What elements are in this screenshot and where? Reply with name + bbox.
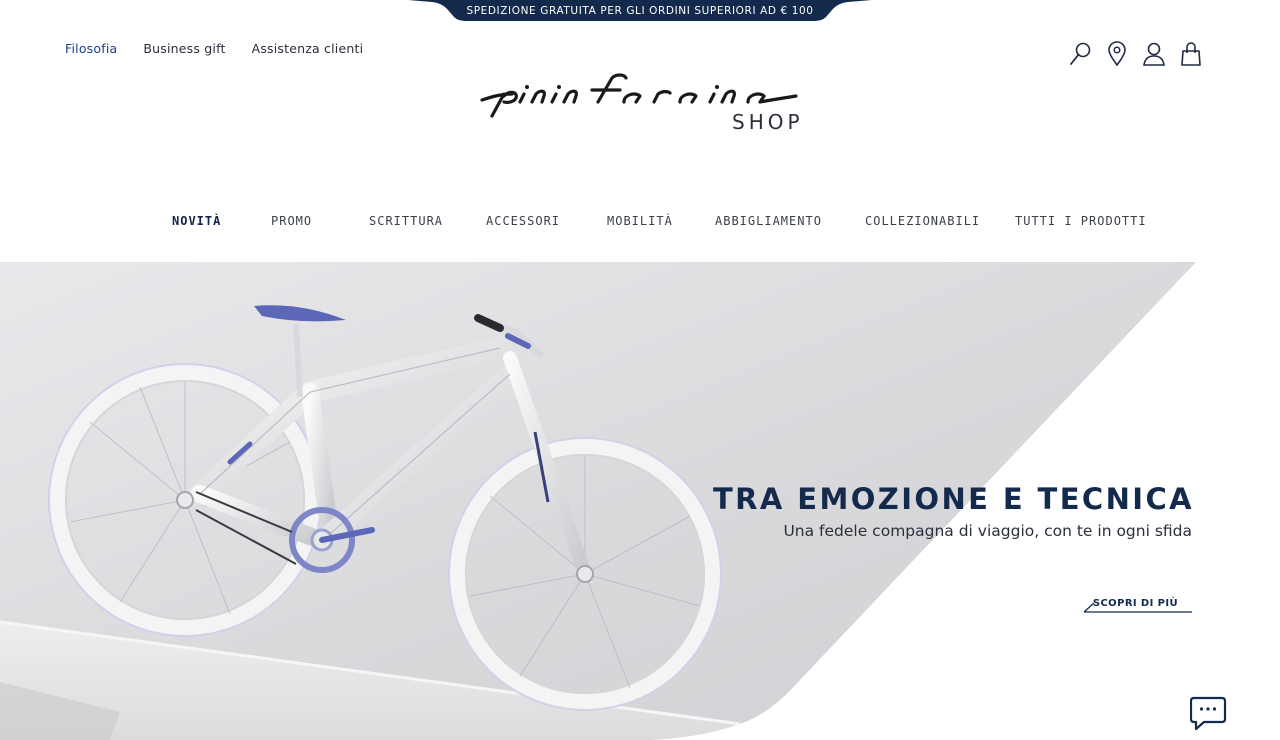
shipping-promo-banner: SPEDIZIONE GRATUITA PER GLI ORDINI SUPER…: [408, 0, 872, 22]
nav-item-scrittura[interactable]: SCRITTURA: [369, 214, 443, 228]
utility-link-business-gift[interactable]: Business gift: [143, 41, 225, 56]
nav-item-collezionabili[interactable]: COLLEZIONABILI: [865, 214, 980, 228]
account-icon[interactable]: [1142, 40, 1166, 68]
pininfarina-shop-logo[interactable]: SHOP: [474, 72, 808, 138]
nav-item-accessori[interactable]: ACCESSORI: [486, 214, 560, 228]
cart-icon[interactable]: [1179, 40, 1203, 68]
utility-nav: Filosofia Business gift Assistenza clien…: [65, 41, 363, 56]
chat-bubble-icon[interactable]: [1189, 695, 1228, 731]
utility-link-assistenza-clienti[interactable]: Assistenza clienti: [252, 41, 364, 56]
store-locator-icon[interactable]: [1105, 40, 1129, 68]
nav-item-novita[interactable]: NOVITÀ: [172, 214, 221, 228]
discover-more-button[interactable]: SCOPRI DI PIÙ: [1082, 596, 1192, 614]
nav-item-tutti-i-prodotti[interactable]: TUTTI I PRODOTTI: [1015, 214, 1147, 228]
discover-more-label: SCOPRI DI PIÙ: [1092, 598, 1178, 609]
nav-item-mobilita[interactable]: MOBILITÀ: [607, 214, 673, 228]
main-category-nav: NOVITÀ PROMO SCRITTURA ACCESSORI MOBILIT…: [0, 214, 1280, 234]
hero-subtitle: Una fedele compagna di viaggio, con te i…: [783, 522, 1192, 540]
search-icon[interactable]: [1068, 40, 1092, 68]
logo-subtitle: SHOP: [732, 110, 804, 134]
shipping-promo-text: SPEDIZIONE GRATUITA PER GLI ORDINI SUPER…: [466, 5, 814, 17]
nav-item-abbigliamento[interactable]: ABBIGLIAMENTO: [715, 214, 822, 228]
utility-link-filosofia[interactable]: Filosofia: [65, 41, 117, 56]
hero-title: TRA EMOZIONE E TECNICA: [713, 482, 1194, 516]
header-actions: [1068, 40, 1203, 68]
nav-item-promo[interactable]: PROMO: [271, 214, 312, 228]
